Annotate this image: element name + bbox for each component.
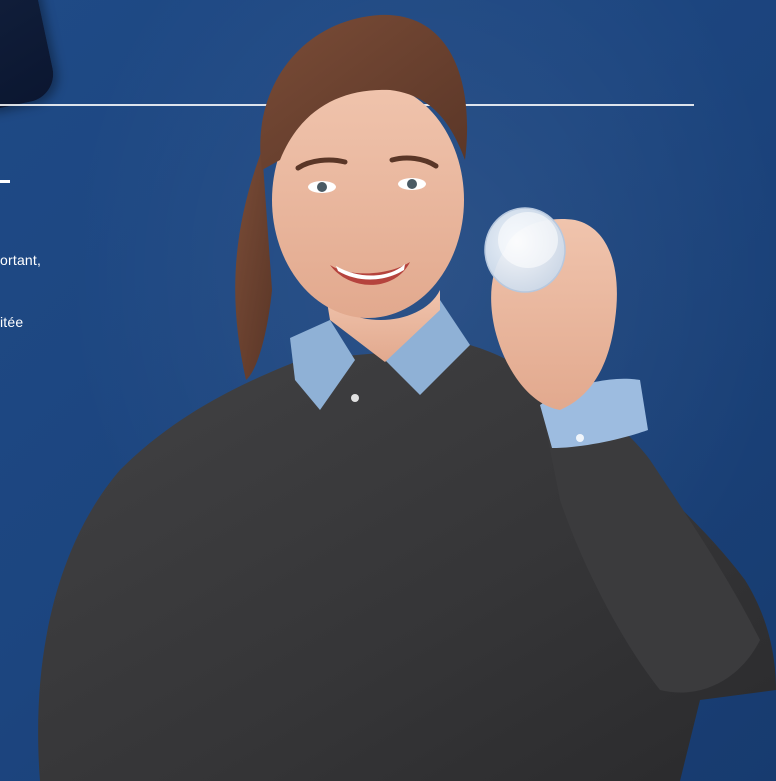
cuff-button — [576, 434, 584, 442]
woman-holding-cup-illustration — [38, 14, 776, 781]
hero-photo-scene: ortant, itée — [0, 0, 776, 781]
silicone-cup-icon — [484, 207, 566, 293]
ponytail — [235, 150, 272, 380]
shirt-button — [351, 394, 359, 402]
